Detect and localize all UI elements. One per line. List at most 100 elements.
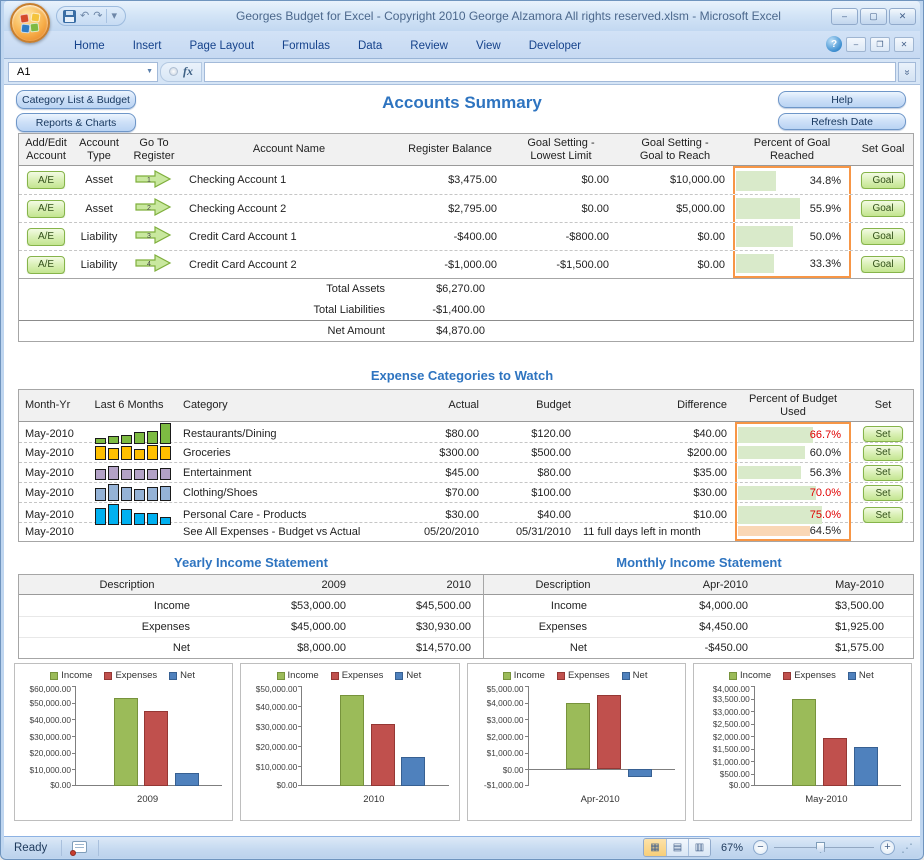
name-box-dropdown-icon[interactable]: ▼ [146, 68, 157, 75]
set-budget-button[interactable]: Set [863, 445, 903, 461]
maximize-button[interactable]: ▢ [860, 8, 887, 25]
expense-actual: $30.00 [395, 509, 487, 521]
set-goal-button[interactable]: Goal [861, 228, 905, 245]
page-break-view-button[interactable]: ▥ [688, 839, 710, 856]
percent-goal-value: 50.0% [810, 231, 847, 243]
redo-icon[interactable]: ↷ [93, 11, 102, 22]
set-budget-button[interactable]: Set [863, 426, 903, 442]
ribbon-tab-insert[interactable]: Insert [119, 35, 176, 58]
chart-legend: IncomeExpensesNet [472, 670, 679, 681]
help-icon[interactable]: ? [826, 36, 842, 52]
refresh-date-button[interactable]: Refresh Date [778, 113, 906, 130]
zoom-out-button[interactable]: − [753, 840, 768, 855]
expense-budget: $120.00 [487, 428, 579, 440]
budget-databar [738, 466, 801, 479]
save-icon[interactable] [63, 10, 76, 23]
reports-charts-button[interactable]: Reports & Charts [16, 113, 136, 132]
y-tick-label: $30,000.00 [256, 722, 298, 732]
set-goal-button[interactable]: Goal [861, 256, 905, 273]
formula-bar: A1 ▼ fx » [4, 59, 920, 85]
expense-header-cell: Set [851, 396, 915, 415]
expense-actual: $45.00 [395, 467, 487, 479]
chart-body: $4,000.00$3,500.00$3,000.00$2,500.00$2,0… [698, 686, 905, 786]
legend-item: Net [622, 670, 648, 681]
y-tick-mark [298, 766, 302, 767]
add-edit-account-button[interactable]: A/E [27, 171, 65, 189]
chart-category-label: 2009 [69, 794, 226, 805]
go-to-register-arrow-icon[interactable]: 3 [134, 225, 174, 248]
expense-budget: $80.00 [487, 467, 579, 479]
account-row: A/EAsset2Checking Account 2$2,795.00$0.0… [19, 194, 913, 222]
add-edit-account-button[interactable]: A/E [27, 256, 65, 274]
ribbon-tab-formulas[interactable]: Formulas [268, 35, 344, 58]
zoom-slider[interactable] [774, 840, 874, 855]
y-tick-label: $20,000.00 [29, 748, 71, 758]
set-budget-button[interactable]: Set [863, 465, 903, 481]
office-button[interactable] [10, 3, 50, 43]
chart-bar-income [566, 703, 590, 770]
doc-minimize-button[interactable]: – [846, 37, 866, 52]
macro-record-icon[interactable] [70, 840, 90, 856]
expense-row: May-2010Restaurants/Dining$80.00$120.00$… [19, 422, 913, 442]
expand-formula-bar-icon[interactable]: » [898, 62, 916, 82]
doc-close-button[interactable]: ✕ [894, 37, 914, 52]
expense-header-cell: Last 6 Months [81, 396, 177, 415]
y-tick-label: $2,000.00 [713, 732, 750, 742]
ribbon-tab-review[interactable]: Review [396, 35, 462, 58]
ribbon-tab-home[interactable]: Home [60, 35, 119, 58]
qat-customize-icon[interactable]: ▾ [111, 11, 117, 22]
formula-input[interactable] [204, 62, 896, 82]
insert-function-button[interactable]: fx [183, 64, 193, 79]
legend-swatch-icon [277, 672, 285, 680]
doc-restore-button[interactable]: ❐ [870, 37, 890, 52]
undo-icon[interactable]: ↶ [80, 11, 89, 22]
close-button[interactable]: ✕ [889, 8, 916, 25]
y-tick-mark [72, 703, 76, 704]
resize-grip-icon[interactable]: ⋰ [901, 841, 914, 855]
y-tick-mark [751, 736, 755, 737]
ribbon-tab-data[interactable]: Data [344, 35, 396, 58]
legend-swatch-icon [503, 672, 511, 680]
name-box[interactable]: A1 ▼ [8, 62, 158, 82]
go-to-register-arrow-icon[interactable]: 2 [134, 197, 174, 220]
chart-bar-net [401, 757, 425, 786]
percent-goal-value: 34.8% [810, 175, 847, 187]
y-tick-label: $0.00 [503, 765, 524, 775]
add-edit-account-button[interactable]: A/E [27, 200, 65, 218]
y-tick-mark [751, 724, 755, 725]
svg-text:2: 2 [147, 205, 151, 212]
set-budget-button[interactable]: Set [863, 485, 903, 501]
ribbon-tab-page-layout[interactable]: Page Layout [175, 35, 268, 58]
register-balance: $3,475.00 [395, 174, 505, 186]
accounts-header-cell: Goal Setting - Goal to Reach [617, 134, 733, 165]
set-budget-button[interactable]: Set [863, 507, 903, 523]
legend-item: Expenses [331, 670, 384, 681]
accounts-header-cell: Account Type [73, 134, 125, 165]
page-layout-view-button[interactable]: ▤ [666, 839, 688, 856]
chart-bar-expenses [597, 695, 621, 769]
help-button[interactable]: Help [778, 91, 906, 108]
y-tick-label: $60,000.00 [29, 684, 71, 694]
go-to-register-arrow-icon[interactable]: 4 [134, 253, 174, 276]
status-separator-2 [98, 840, 99, 856]
y-tick-label: $40,000.00 [256, 702, 298, 712]
statement-row: Expenses$4,450.00$1,925.00 [484, 616, 913, 637]
statement-header-cell: Description [19, 579, 235, 591]
minimize-button[interactable]: – [831, 8, 858, 25]
sparkline-last-6-months [81, 443, 177, 462]
y-tick-label: $1,500.00 [713, 744, 750, 754]
go-to-register-arrow-icon[interactable]: 1 [134, 169, 174, 192]
percent-budget-value: 75.0% [810, 509, 847, 521]
normal-view-button[interactable]: ▦ [644, 839, 666, 856]
add-edit-account-button[interactable]: A/E [27, 228, 65, 246]
set-goal-button[interactable]: Goal [861, 172, 905, 189]
ribbon-tab-developer[interactable]: Developer [515, 35, 595, 58]
chart-y-axis: $4,000.00$3,500.00$3,000.00$2,500.00$2,0… [698, 686, 754, 786]
percent-goal-cell: 33.3% [733, 251, 851, 278]
statement-cell: $1,925.00 [778, 621, 914, 633]
set-goal-button[interactable]: Goal [861, 200, 905, 217]
goal-databar [736, 198, 800, 219]
zoom-in-button[interactable]: + [880, 840, 895, 855]
chart-bar-income [114, 698, 138, 786]
ribbon-tab-view[interactable]: View [462, 35, 515, 58]
